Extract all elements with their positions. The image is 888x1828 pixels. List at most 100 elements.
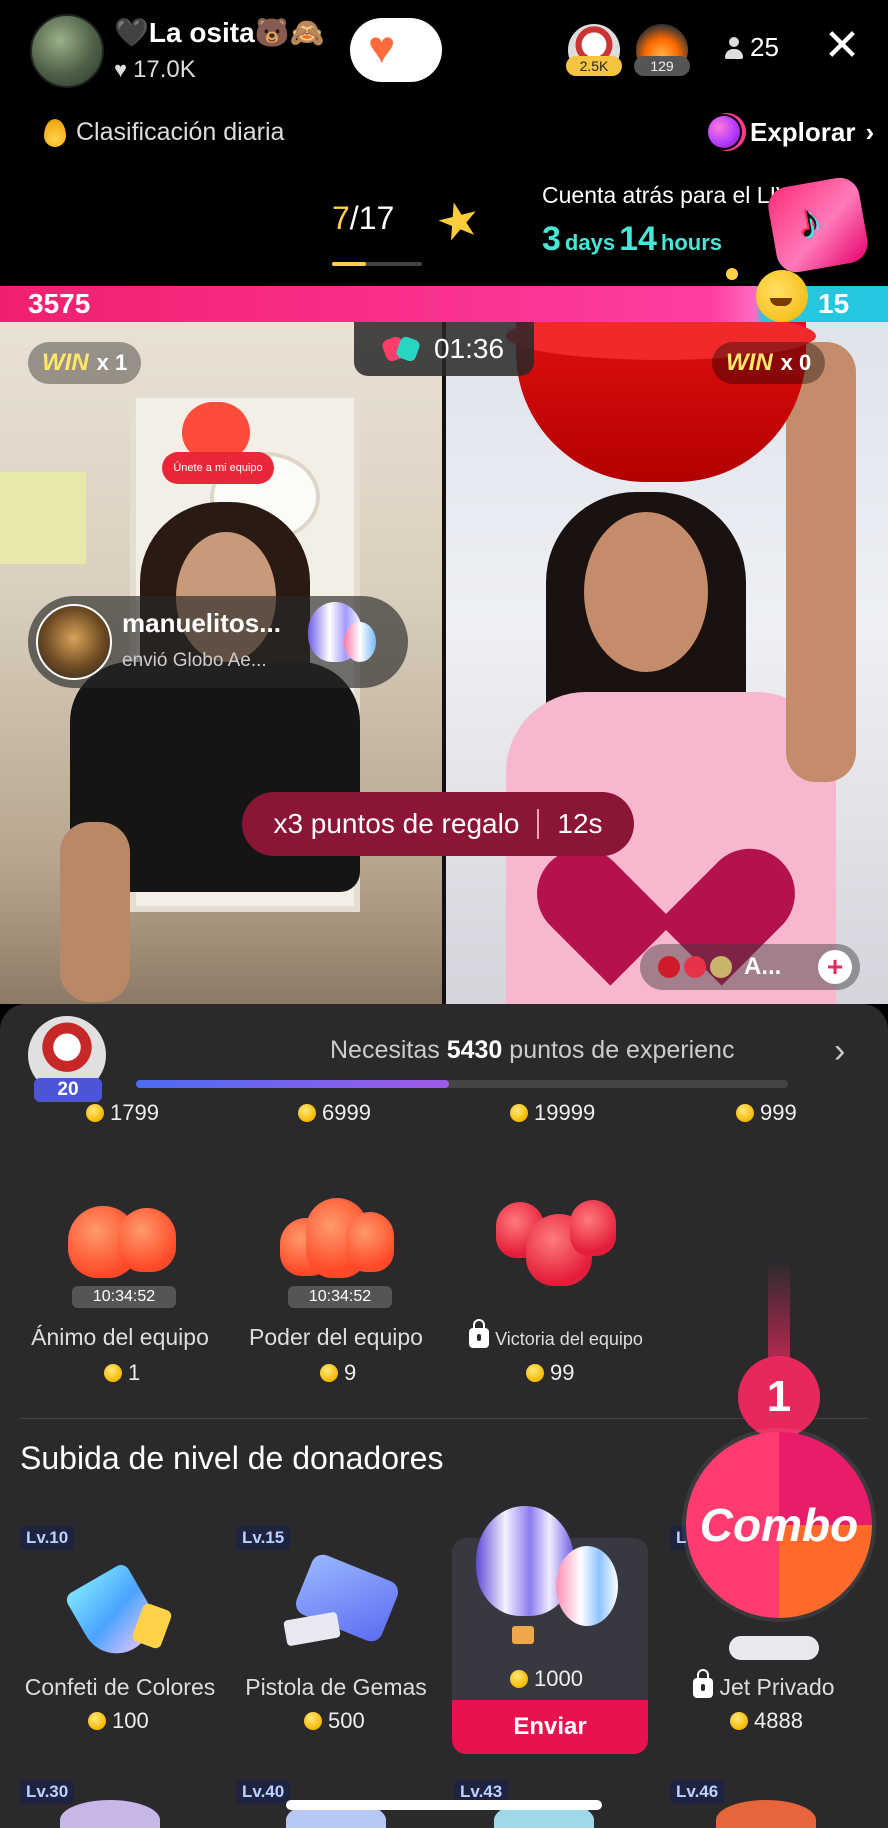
countdown-hours: 14: [619, 220, 657, 258]
coin-icon: [510, 1104, 528, 1122]
coin-icon: [320, 1364, 338, 1382]
gift-timer: 10:34:52: [288, 1286, 392, 1308]
boxing-gloves-icon: [384, 336, 420, 362]
section-title: Subida de nivel de donadores: [20, 1440, 444, 1476]
coin-icon: [104, 1364, 122, 1382]
send-button[interactable]: Enviar: [452, 1700, 648, 1754]
team-victory-icon: [496, 1188, 616, 1288]
sender-avatar: [36, 604, 112, 680]
gift-name-locked: Jet Privado: [654, 1669, 874, 1701]
win-count: x 0: [780, 350, 812, 375]
combo-button[interactable]: Combo: [686, 1432, 872, 1618]
host-name[interactable]: 🖤La osita🐻🙈: [114, 16, 324, 49]
explore-button[interactable]: Explorar ›: [708, 116, 874, 148]
gift-price-value: 99: [550, 1360, 575, 1385]
team-heart-sticker: Únete a mi equipo: [162, 402, 274, 484]
gift-price-value: 9: [344, 1360, 357, 1385]
live-header: 🖤La osita🐻🙈 ♥ 17.0K ♥ 27 2.5K 129 25 ✕ C…: [0, 0, 888, 286]
gift-name: Jet Privado: [719, 1674, 835, 1700]
gift-price: 4888: [730, 1708, 803, 1734]
xp-prefix: Necesitas: [330, 1036, 447, 1064]
countdown-days: 3: [542, 220, 561, 258]
multiplier-time: 12s: [557, 808, 603, 839]
chevron-right-icon[interactable]: ›: [834, 1032, 845, 1071]
emoji-face-icon: [756, 270, 808, 322]
rank-current: 7: [332, 200, 350, 236]
win-badge-left: WIN x 1: [28, 342, 142, 384]
top-viewer-badge: 129: [634, 56, 690, 76]
level-gift-item[interactable]: Lv.15 Pistola de Gemas 500: [226, 1526, 436, 1733]
star-icon[interactable]: ★: [430, 188, 487, 253]
fan-club-heart-icon: ♥ 27: [368, 21, 415, 73]
gift-price: 9: [320, 1360, 356, 1386]
gift-price: 100: [88, 1708, 149, 1734]
lock-icon: [693, 1669, 714, 1698]
daily-ranking-label: Clasificación diaria: [76, 118, 285, 146]
video-right[interactable]: WIN x 0: [446, 322, 888, 1004]
gift-price: 99: [526, 1360, 574, 1386]
xp-progress-bar: [136, 1080, 788, 1088]
coin-icon: [736, 1104, 754, 1122]
xp-points: 5430: [446, 1036, 503, 1064]
gift-notification[interactable]: manuelitos... envió Globo Ae...: [28, 596, 408, 688]
team-gift-item[interactable]: 10:34:52 Ánimo del equipo 1: [10, 1188, 210, 1385]
gift-name-locked: Victoria del equipo: [446, 1319, 666, 1350]
gift-message: envió Globo Ae...: [122, 650, 267, 671]
win-label: WIN: [726, 349, 773, 376]
coin-icon: [88, 1712, 106, 1730]
score-right: 15: [818, 288, 850, 319]
explore-label: Explorar: [750, 116, 856, 147]
rank-total: /17: [349, 200, 395, 236]
coin-icon: [298, 1104, 316, 1122]
level-gift-item[interactable]: Lv.10 Confeti de Colores 100: [10, 1526, 220, 1733]
gift-name: Victoria del equipo: [495, 1329, 643, 1349]
hot-air-balloon-icon: [308, 602, 378, 682]
score-left: 3575: [28, 288, 91, 319]
gift-price-value: 1799: [110, 1100, 159, 1125]
team-power-icon: [276, 1188, 396, 1288]
rank-progress-fill: [332, 262, 367, 266]
daily-ranking[interactable]: Clasificación diaria: [44, 118, 284, 147]
fan-level: 27: [394, 46, 415, 66]
coin-icon: [86, 1104, 104, 1122]
close-icon[interactable]: ✕: [822, 24, 862, 68]
gift-multiplier-banner: x3 puntos de regalo 12s: [242, 792, 634, 856]
team-gift-item[interactable]: Victoria del equipo 99: [446, 1188, 646, 1385]
flame-icon: [44, 118, 66, 147]
fruit-pill-text: A...: [744, 953, 782, 980]
cherry-icon: [658, 956, 680, 978]
gift-price[interactable]: 19999: [510, 1100, 595, 1126]
level-gift-item-selected[interactable]: 1000: [446, 1506, 656, 1696]
confetti-icon: [63, 1546, 175, 1667]
combo-glow: [768, 1260, 790, 1370]
gift-price-value: 4888: [754, 1708, 803, 1733]
gift-name: Poder del equipo: [249, 1324, 423, 1350]
gift-price[interactable]: 999: [736, 1100, 797, 1126]
win-label: WIN: [42, 349, 89, 376]
user-level-badge: 20: [34, 1078, 102, 1102]
gift-price-value: 1: [128, 1360, 141, 1385]
viewer-count[interactable]: 25: [724, 32, 779, 63]
gift-name: Ánimo del equipo: [31, 1324, 209, 1350]
gift-price[interactable]: 1799: [86, 1100, 159, 1126]
gift-price[interactable]: 6999: [298, 1100, 371, 1126]
home-indicator[interactable]: [286, 1800, 602, 1810]
gem-gun-icon: [281, 1546, 402, 1664]
gift-price-value: 100: [112, 1708, 149, 1733]
rank-counter[interactable]: 7/17: [332, 200, 394, 237]
gift-price-value: 500: [328, 1708, 365, 1733]
host-avatar[interactable]: [30, 14, 104, 88]
plus-icon[interactable]: +: [818, 950, 852, 984]
gift-price-value: 999: [760, 1100, 797, 1125]
gift-name: Pistola de Gemas: [245, 1674, 427, 1700]
heart-icon: ♥: [114, 57, 128, 82]
person-icon: [724, 36, 744, 59]
fan-club-button[interactable]: ♥ 27: [350, 18, 442, 82]
lock-icon: [469, 1319, 490, 1348]
team-gift-item[interactable]: 10:34:52 Poder del equipo 9: [226, 1188, 426, 1385]
battle-timer: 01:36: [354, 322, 534, 376]
streamer-left-arm: [60, 822, 130, 1002]
team-tag: Únete a mi equipo: [162, 452, 274, 484]
tiktok-live-icon[interactable]: ♪: [765, 174, 871, 276]
countdown-timer: 3 days 14 hours: [542, 220, 722, 259]
